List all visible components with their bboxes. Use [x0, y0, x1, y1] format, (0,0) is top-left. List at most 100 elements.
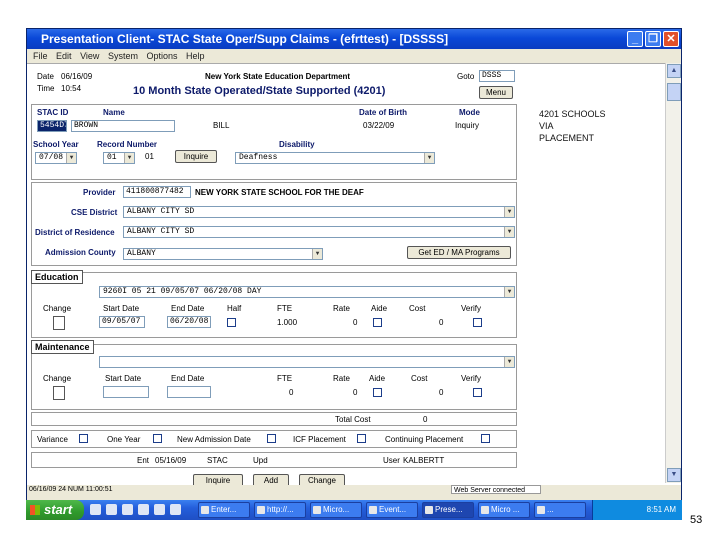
task-button[interactable]: ... — [534, 502, 586, 518]
quicklaunch-icon[interactable] — [138, 504, 149, 515]
provider-label: Provider — [83, 188, 116, 197]
window-icon — [201, 506, 209, 514]
cse-district-label: CSE District — [71, 208, 118, 217]
quicklaunch-icon[interactable] — [154, 504, 165, 515]
total-cost-panel — [31, 412, 517, 426]
new-admission-checkbox[interactable] — [267, 434, 276, 443]
mnt-end-date-input[interactable] — [167, 386, 211, 398]
task-button[interactable]: Micro ... — [478, 502, 530, 518]
chevron-down-icon: ▼ — [124, 153, 134, 163]
task-button-active[interactable]: Prese... — [422, 502, 474, 518]
name-label: Name — [103, 108, 125, 117]
mnt-aide-checkbox[interactable] — [373, 388, 382, 397]
start-button[interactable]: start — [26, 500, 84, 520]
disability-label: Disability — [279, 140, 315, 149]
record-number-label: Record Number — [97, 140, 158, 149]
dob-label: Date of Birth — [359, 108, 407, 117]
record-number-select[interactable]: 01 ▼ — [103, 152, 135, 164]
dob-value: 03/22/09 — [363, 121, 395, 130]
scroll-down-icon[interactable]: ▼ — [667, 468, 681, 482]
menu-bar: File Edit View System Options Help — [27, 49, 681, 63]
task-button[interactable]: http://... — [254, 502, 306, 518]
name-input[interactable]: BROWN — [71, 120, 175, 132]
school-year-select[interactable]: 07/08 ▼ — [35, 152, 77, 164]
mnt-col-start-date: Start Date — [105, 374, 142, 383]
continuing-placement-checkbox[interactable] — [481, 434, 490, 443]
task-label: Prese... — [435, 505, 463, 514]
admission-county-value: ALBANY — [127, 249, 156, 258]
mnt-change-box[interactable] — [53, 386, 65, 400]
window-icon — [425, 506, 433, 514]
district-of-residence-label: District of Residence — [35, 228, 115, 237]
mnt-start-date-input[interactable] — [103, 386, 149, 398]
edu-col-fte: FTE — [277, 304, 293, 313]
scroll-thumb[interactable] — [667, 83, 681, 101]
disability-select[interactable]: Deafness ▼ — [235, 152, 435, 164]
mnt-col-verify: Verify — [461, 374, 482, 383]
goto-input[interactable]: DSSS — [479, 70, 515, 82]
cse-district-select[interactable]: ALBANY CITY SD ▼ — [123, 206, 515, 218]
maintenance-program-select[interactable]: ▼ — [99, 356, 515, 368]
one-year-checkbox[interactable] — [153, 434, 162, 443]
ent-by: STAC — [207, 456, 228, 465]
quicklaunch-icon[interactable] — [106, 504, 117, 515]
inquire-button[interactable]: Inquire — [175, 150, 217, 163]
chevron-down-icon: ▼ — [504, 227, 514, 237]
get-programs-button[interactable]: Get ED / MA Programs — [407, 246, 511, 259]
mode-value: Inquiry — [455, 121, 480, 130]
mnt-verify-checkbox[interactable] — [473, 388, 482, 397]
time-value: 10:54 — [61, 84, 82, 93]
window-icon — [537, 506, 545, 514]
icf-placement-checkbox[interactable] — [357, 434, 366, 443]
menu-edit[interactable]: Edit — [56, 49, 72, 63]
task-label: Micro ... — [491, 505, 520, 514]
menu-options[interactable]: Options — [146, 49, 177, 63]
application-window: Presentation Client- STAC State Oper/Sup… — [26, 28, 682, 512]
mnt-col-fte: FTE — [277, 374, 293, 383]
menu-system[interactable]: System — [108, 49, 138, 63]
edu-aide-checkbox[interactable] — [373, 318, 382, 327]
quicklaunch-icon[interactable] — [122, 504, 133, 515]
task-button[interactable]: Enter... — [198, 502, 250, 518]
edu-change-box[interactable] — [53, 316, 65, 330]
mnt-col-cost: Cost — [411, 374, 428, 383]
vertical-scrollbar[interactable]: ▲ ▼ — [665, 63, 681, 483]
variance-checkbox[interactable] — [79, 434, 88, 443]
date-value: 06/16/09 — [61, 72, 93, 81]
menu-view[interactable]: View — [80, 49, 99, 63]
edu-verify-checkbox[interactable] — [473, 318, 482, 327]
district-of-residence-select[interactable]: ALBANY CITY SD ▼ — [123, 226, 515, 238]
title-bar: Presentation Client- STAC State Oper/Sup… — [27, 29, 681, 49]
user-value: KALBERTT — [403, 456, 445, 465]
scroll-up-icon[interactable]: ▲ — [667, 64, 681, 78]
admission-county-select[interactable]: ALBANY ▼ — [123, 248, 323, 260]
task-button[interactable]: Micro... — [310, 502, 362, 518]
icf-placement-label: ICF Placement — [293, 435, 346, 444]
education-program-select[interactable]: 9260I 05 21 09/05/07 06/20/08 DAY ▼ — [99, 286, 515, 298]
menu-file[interactable]: File — [33, 49, 48, 63]
menu-help[interactable]: Help — [186, 49, 205, 63]
new-admission-label: New Admission Date — [177, 435, 251, 444]
provider-code-input[interactable]: 411800877482 — [123, 186, 191, 198]
window-title: Presentation Client- STAC State Oper/Sup… — [41, 32, 449, 46]
menu-button[interactable]: Menu — [479, 86, 513, 99]
maintenance-panel — [31, 344, 517, 410]
chevron-down-icon: ▼ — [424, 153, 434, 163]
task-label: Micro... — [323, 505, 350, 514]
chevron-down-icon: ▼ — [66, 153, 76, 163]
task-button[interactable]: Event... — [366, 502, 418, 518]
restore-button[interactable]: ❐ — [645, 31, 661, 47]
close-button[interactable]: ✕ — [663, 31, 679, 47]
quicklaunch-icon[interactable] — [170, 504, 181, 515]
status-bar: 06/16/09 24 NUM 11:00:51 Web Server conn… — [27, 485, 681, 495]
department-name: New York State Education Department — [205, 72, 351, 81]
chevron-down-icon: ▼ — [312, 249, 322, 259]
quicklaunch-icon[interactable] — [90, 504, 101, 515]
ent-value: 05/16/09 — [155, 456, 187, 465]
stac-id-input[interactable]: 5454D7 — [37, 120, 67, 132]
edu-half-checkbox[interactable] — [227, 318, 236, 327]
minimize-button[interactable]: _ — [627, 31, 643, 47]
clock[interactable]: 8:51 AM — [647, 505, 676, 514]
edu-start-date-input[interactable]: 09/05/07 — [99, 316, 145, 328]
edu-end-date-input[interactable]: 06/20/08 — [167, 316, 211, 328]
